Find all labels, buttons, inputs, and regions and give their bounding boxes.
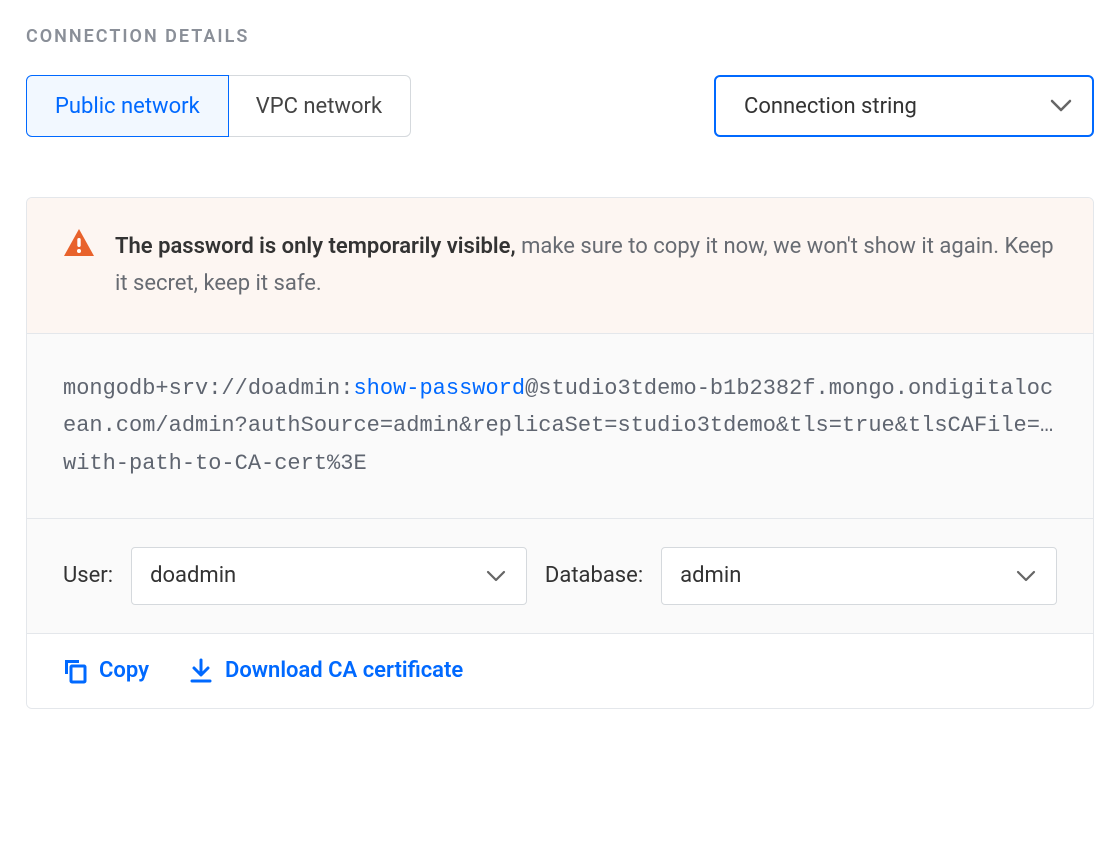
- user-select-value: doadmin: [150, 563, 236, 588]
- chevron-down-icon: [486, 570, 506, 582]
- alert-strong: The password is only temporarily visible…: [115, 234, 516, 259]
- database-select-value: admin: [680, 563, 741, 588]
- connection-details-card: The password is only temporarily visible…: [26, 197, 1094, 709]
- actions-row: Copy Download CA certificate: [27, 634, 1093, 708]
- download-ca-label: Download CA certificate: [225, 658, 463, 683]
- connection-format-select[interactable]: Connection string: [714, 75, 1094, 137]
- database-label: Database:: [545, 563, 643, 588]
- show-password-link[interactable]: show-password: [353, 376, 525, 401]
- top-controls-row: Public network VPC network Connection st…: [26, 75, 1094, 137]
- connection-string-block: mongodb+srv://doadmin:show-password@stud…: [27, 334, 1093, 519]
- download-icon: [189, 658, 213, 684]
- user-label: User:: [63, 563, 113, 588]
- alert-text: The password is only temporarily visible…: [115, 228, 1057, 303]
- section-title: CONNECTION DETAILS: [26, 26, 1094, 47]
- copy-button[interactable]: Copy: [63, 658, 149, 684]
- copy-label: Copy: [99, 658, 149, 683]
- connection-format-value: Connection string: [744, 94, 917, 119]
- connection-string-prefix: mongodb+srv://doadmin:: [63, 376, 353, 401]
- tab-vpc-network[interactable]: VPC network: [228, 75, 411, 137]
- warning-icon: [63, 228, 95, 303]
- selectors-row: User: doadmin Database: admin: [27, 519, 1093, 634]
- tab-public-network[interactable]: Public network: [26, 75, 229, 137]
- network-segmented-control: Public network VPC network: [26, 75, 411, 137]
- copy-icon: [63, 658, 87, 684]
- user-select[interactable]: doadmin: [131, 547, 527, 605]
- database-select[interactable]: admin: [661, 547, 1057, 605]
- chevron-down-icon: [1050, 99, 1072, 113]
- password-warning-alert: The password is only temporarily visible…: [27, 198, 1093, 334]
- chevron-down-icon: [1016, 570, 1036, 582]
- download-ca-button[interactable]: Download CA certificate: [189, 658, 463, 684]
